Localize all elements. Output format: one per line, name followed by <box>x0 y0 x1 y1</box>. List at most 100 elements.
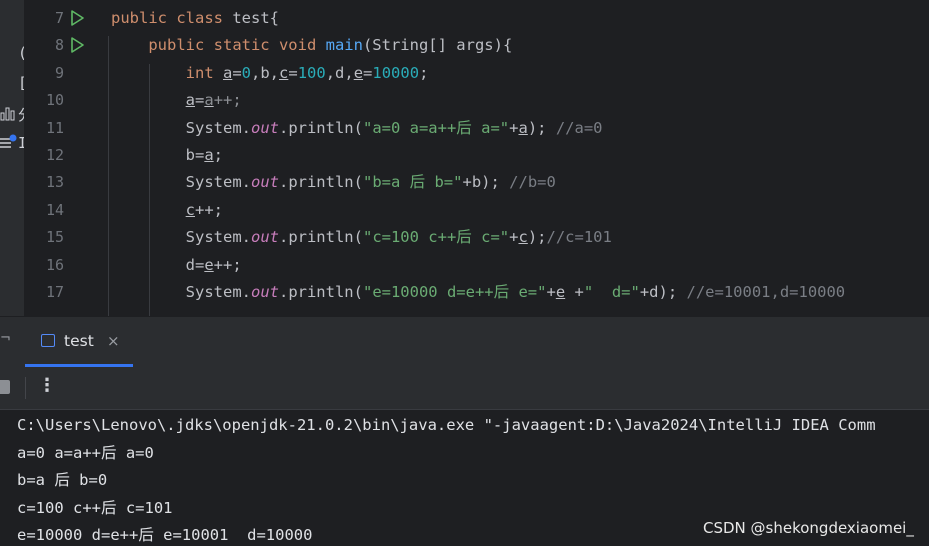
line-number: 10 <box>45 91 64 110</box>
console-line: a=0 a=a++后 a=0 <box>17 443 154 462</box>
code-token: ; <box>213 146 224 164</box>
code-line: System.out.println("c=100 c++后 c="+c);//… <box>111 224 612 251</box>
line-number: 16 <box>45 255 64 274</box>
code-token: test{ <box>232 9 279 27</box>
console-icon <box>41 334 55 347</box>
tool-window-strip: ( [ 分 I <box>0 0 24 316</box>
bar-chart-icon[interactable] <box>0 105 20 121</box>
code-token: = <box>363 63 373 82</box>
code-token: out <box>250 228 279 247</box>
code-editor[interactable]: 7 8 9 10 11 12 13 14 15 16 17 public class test{ p… <box>24 0 929 316</box>
code-token: //c=101 <box>546 228 612 247</box>
stop-icon[interactable] <box>0 380 10 394</box>
code-line: System.out.println("e=10000 d=e++后 e="+e… <box>111 279 846 306</box>
line-number: 7 <box>54 9 64 27</box>
code-token: //b=0 <box>509 173 556 192</box>
code-token: main <box>325 36 363 55</box>
run-gutter-icon[interactable] <box>70 37 84 54</box>
code-token: int <box>111 63 223 82</box>
code-line: public class test{ <box>111 5 279 32</box>
code-token: .println( <box>278 118 363 137</box>
line-number: 9 <box>54 63 64 82</box>
code-token: c <box>518 228 528 247</box>
tab-test[interactable]: test × <box>25 317 133 367</box>
code-token: ,d, <box>325 63 354 82</box>
list-notification-icon[interactable] <box>0 134 20 150</box>
code-line: int a=0,b,c=100,d,e=10000; <box>111 60 429 87</box>
code-token: +d); <box>639 283 687 301</box>
line-number: 11 <box>45 118 64 137</box>
code-token: .println( <box>278 283 363 301</box>
code-token: 10000 <box>372 63 420 82</box>
code-token: a <box>222 63 233 82</box>
run-gutter-icon[interactable] <box>70 10 84 26</box>
console-line: C:\Users\Lenovo\.jdks\openjdk-21.0.2\bin… <box>17 416 876 434</box>
code-token: public class <box>111 9 233 27</box>
code-token: = <box>232 63 242 82</box>
code-token: ); <box>527 118 556 137</box>
more-options-icon[interactable]: ⋮ <box>38 375 56 396</box>
line-number: 13 <box>45 173 64 192</box>
code-line: a=a++; <box>111 87 242 114</box>
line-number: 14 <box>45 200 64 219</box>
code-token: System. <box>111 228 251 247</box>
line-number: 12 <box>45 146 64 164</box>
toolbar-divider <box>25 377 26 399</box>
code-token: + <box>565 283 584 301</box>
code-token: //e=10001,d=10000 <box>686 283 846 301</box>
code-token: a <box>518 118 528 137</box>
code-token: c <box>279 63 289 82</box>
code-token: "c=100 c++后 c=" <box>362 228 510 247</box>
code-token: a <box>204 91 214 110</box>
code-token: out <box>250 283 279 301</box>
code-token: "a=0 a=a++后 a=" <box>362 118 510 137</box>
line-number: 8 <box>54 36 64 55</box>
code-line: public static void main(String[] args){ <box>111 32 512 59</box>
console-line: c=100 c++后 c=101 <box>17 498 173 517</box>
code-token: = <box>288 63 298 82</box>
line-number: 15 <box>45 228 64 247</box>
code-token: public static void <box>111 36 326 55</box>
code-token: d= <box>111 255 205 274</box>
code-token: System. <box>111 118 251 137</box>
line-number: 17 <box>45 283 64 301</box>
code-token: e <box>353 63 364 82</box>
code-token: ; <box>419 63 429 82</box>
panel-edge-glyph: ¬ <box>0 331 11 346</box>
code-token: 100 <box>297 63 326 82</box>
run-panel-header: ¬ test × <box>0 316 929 367</box>
code-token: "e=10000 d=e++后 e=" <box>362 283 547 301</box>
code-line: c++; <box>111 197 223 224</box>
code-token: e <box>555 283 566 301</box>
code-token: out <box>250 173 279 192</box>
code-token: ,b, <box>251 63 280 82</box>
code-token: a <box>185 91 195 110</box>
code-token: .println( <box>278 173 363 192</box>
console-line: b=a 后 b=0 <box>17 471 108 490</box>
code-token: out <box>250 118 279 137</box>
indent-guide <box>108 36 109 316</box>
code-token: a <box>204 146 214 164</box>
code-token: .println( <box>278 228 363 247</box>
code-token: (String[] args){ <box>362 36 513 55</box>
code-token: 0 <box>241 63 252 82</box>
line-number-gutter: 7 8 9 10 11 12 13 14 15 16 17 <box>24 0 104 316</box>
watermark: CSDN @shekongdexiaomei_ <box>703 519 914 537</box>
code-token: = <box>195 91 205 110</box>
console-line: e=10000 d=e++后 e=10001 d=10000 <box>17 526 313 545</box>
code-token: ++; <box>195 200 223 219</box>
code-line: System.out.println("a=0 a=a++后 a="+a); /… <box>111 115 603 142</box>
code-line: System.out.println("b=a 后 b="+b); //b=0 <box>111 169 556 196</box>
code-token: + <box>546 283 556 301</box>
code-token: ++; <box>213 255 242 274</box>
close-icon[interactable]: × <box>107 332 120 350</box>
code-token: e <box>204 255 214 274</box>
code-token: +b); <box>462 173 510 192</box>
code-token: " d=" <box>583 283 640 301</box>
tab-label: test <box>64 332 94 350</box>
code-token: ++; <box>213 91 242 110</box>
code-token: ); <box>527 228 547 247</box>
code-line: d=e++; <box>111 252 242 279</box>
